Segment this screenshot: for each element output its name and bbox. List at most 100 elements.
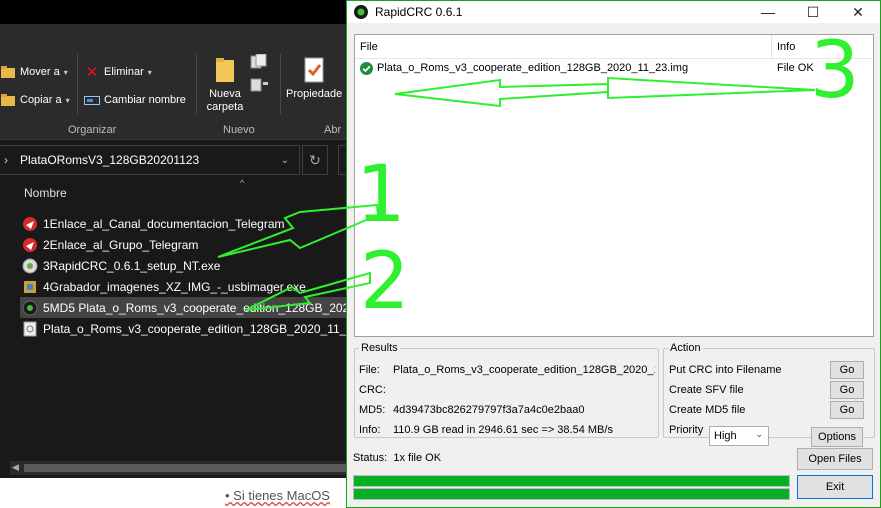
properties-button[interactable]: Propiedade	[286, 56, 342, 101]
disk-image-icon	[22, 321, 38, 337]
move-to-label: Mover a	[20, 66, 60, 78]
scrollbar-thumb[interactable]	[24, 464, 346, 472]
progress-fill	[354, 476, 789, 486]
explorer-title-strip	[0, 0, 346, 24]
rename-button[interactable]: Cambiar nombre	[84, 92, 186, 108]
check-ok-icon	[360, 62, 373, 75]
results-legend: Results	[361, 342, 398, 354]
chevron-down-icon: ▾	[63, 67, 68, 77]
list-item[interactable]: Plata_o_Roms_v3_cooperate_edition_128GB_…	[360, 61, 870, 77]
title-bar[interactable]: RapidCRC 0.6.1 — ☐ ✕	[347, 1, 880, 23]
easy-access-icon	[249, 77, 271, 96]
file-name: 4Grabador_imagenes_XZ_IMG_-_usbimager.ex…	[43, 279, 306, 294]
ribbon-divider	[280, 54, 281, 114]
result-file-label: File:	[359, 364, 380, 376]
file-row-selected[interactable]: 5MD5 Plata_o_Roms_v3_cooperate_edition_1…	[20, 297, 346, 318]
exit-button[interactable]: Exit	[797, 475, 873, 499]
address-path: PlataORomsV3_128GB20201123	[20, 153, 200, 167]
options-button[interactable]: Options	[811, 427, 863, 447]
horizontal-scrollbar[interactable]: ◀	[10, 461, 346, 475]
file-row[interactable]: 2Enlace_al_Grupo_Telegram	[22, 234, 198, 255]
folder-copy-icon	[0, 92, 16, 108]
put-crc-label: Put CRC into Filename	[669, 364, 782, 376]
chevron-down-icon[interactable]: ⌄	[281, 155, 289, 166]
priority-label: Priority	[669, 424, 704, 436]
ribbon-divider	[77, 54, 78, 114]
chevron-down-icon: ▾	[147, 67, 152, 77]
file-list[interactable]: File Info Plata_o_Roms_v3_cooperate_edit…	[354, 34, 874, 337]
window-title: RapidCRC 0.6.1	[375, 5, 463, 19]
folder-move-icon	[0, 64, 16, 80]
scroll-left-icon[interactable]: ◀	[12, 462, 19, 473]
delete-button[interactable]: ✕ Eliminar ▾	[84, 64, 152, 81]
column-header-file[interactable]: File	[360, 41, 378, 53]
address-bar[interactable]: › PlataORomsV3_128GB20201123 ⌄	[0, 145, 300, 175]
refresh-button[interactable]: ↻	[302, 145, 328, 175]
new-item-buttons[interactable]	[249, 53, 271, 96]
list-item-info: File OK	[777, 62, 814, 74]
column-divider[interactable]	[771, 35, 772, 59]
close-button[interactable]: ✕	[835, 1, 881, 23]
create-md5-go-button[interactable]: Go	[830, 401, 864, 419]
maximize-button[interactable]: ☐	[790, 1, 836, 23]
minimize-button[interactable]: —	[745, 1, 791, 23]
column-header-info[interactable]: Info	[777, 41, 795, 53]
status-bar: Status: 1x file OK	[353, 452, 441, 464]
chevron-down-icon: ⌄	[755, 429, 763, 439]
file-name: Plata_o_Roms_v3_cooperate_edition_128GB_…	[43, 321, 346, 336]
usbimager-icon	[22, 279, 38, 295]
rapidcrc-file-icon	[22, 300, 38, 316]
document-partial-text: • Si tienes MacOS	[225, 488, 330, 503]
delete-label: Eliminar	[104, 66, 144, 78]
result-md5-label: MD5:	[359, 404, 386, 416]
action-legend: Action	[670, 342, 701, 354]
annotation-number-3: 3	[810, 26, 860, 116]
copy-to-label: Copiar a	[20, 94, 62, 106]
status-value: 1x file OK	[393, 452, 442, 464]
file-row[interactable]: 1Enlace_al_Canal_documentacion_Telegram	[22, 213, 285, 234]
new-folder-button[interactable]: Nueva carpeta	[204, 56, 246, 114]
new-folder-label: Nueva carpeta	[206, 88, 244, 113]
results-group: Results File: Plata_o_Roms_v3_cooperate_…	[354, 342, 659, 438]
create-sfv-go-button[interactable]: Go	[830, 381, 864, 399]
result-crc-label: CRC:	[359, 384, 386, 396]
progress-bar-1	[353, 475, 790, 487]
ribbon-divider	[196, 54, 197, 114]
rename-icon	[84, 92, 100, 108]
maximize-icon: ☐	[806, 3, 820, 20]
copy-to-button[interactable]: Copiar a ▾	[0, 92, 70, 108]
move-to-button[interactable]: Mover a ▾	[0, 64, 68, 80]
close-icon: ✕	[852, 3, 864, 20]
new-item-icon	[249, 53, 271, 73]
column-header-name[interactable]: Nombre	[24, 186, 67, 200]
list-item-file: Plata_o_Roms_v3_cooperate_edition_128GB_…	[377, 62, 689, 74]
file-row[interactable]: Plata_o_Roms_v3_cooperate_edition_128GB_…	[22, 318, 346, 339]
create-md5-label: Create MD5 file	[669, 404, 746, 416]
file-name: 5MD5 Plata_o_Roms_v3_cooperate_edition_1…	[43, 300, 346, 315]
open-files-button[interactable]: Open Files	[797, 448, 873, 470]
result-info-value: 110.9 GB read in 2946.61 sec => 38.54 MB…	[393, 424, 613, 436]
result-md5-value: 4d39473bc826279797f3a7a4c0e2baa0	[393, 404, 585, 416]
progress-fill	[354, 489, 789, 499]
priority-select[interactable]: High ⌄	[709, 426, 769, 446]
rename-label: Cambiar nombre	[104, 94, 186, 106]
create-sfv-label: Create SFV file	[669, 384, 744, 396]
search-box[interactable]	[338, 145, 346, 175]
annotation-number-1: 1	[356, 150, 406, 240]
file-explorer-window: Mover a ▾ Copiar a ▾ ✕ Eliminar ▾ Cambiar n…	[0, 0, 346, 508]
file-row[interactable]: 4Grabador_imagenes_XZ_IMG_-_usbimager.ex…	[22, 276, 306, 297]
group-label-organize: Organizar	[68, 124, 117, 136]
status-label: Status:	[353, 452, 388, 464]
list-header: File Info	[355, 35, 873, 59]
sort-caret-icon: ^	[240, 178, 245, 188]
chevron-down-icon: ▾	[65, 95, 70, 105]
shortcut-icon	[22, 216, 38, 232]
minimize-icon: —	[761, 4, 775, 20]
progress-bar-2	[353, 488, 790, 500]
annotation-number-2: 2	[360, 237, 410, 327]
file-name: 3RapidCRC_0.6.1_setup_NT.exe	[43, 258, 221, 273]
file-name: 1Enlace_al_Canal_documentacion_Telegram	[43, 216, 285, 231]
file-row[interactable]: 3RapidCRC_0.6.1_setup_NT.exe	[22, 255, 220, 276]
refresh-icon: ↻	[309, 151, 321, 168]
put-crc-go-button[interactable]: Go	[830, 361, 864, 379]
